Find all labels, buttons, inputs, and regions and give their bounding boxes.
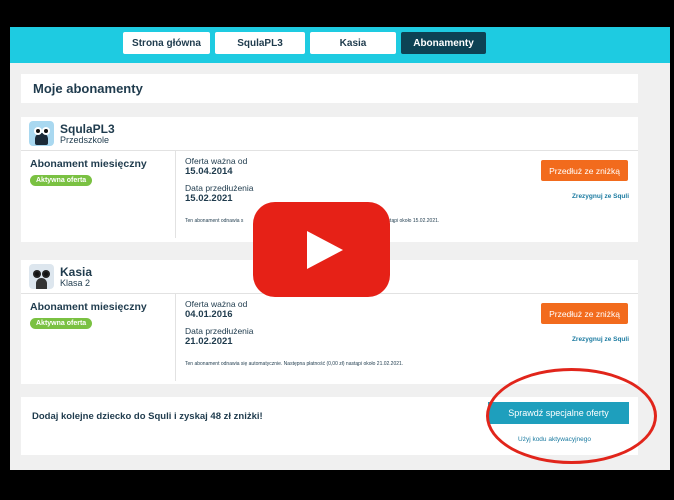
child-level: Przedszkole (60, 134, 110, 145)
offer-date: 15.04.2014 (185, 166, 233, 177)
panda-icon (29, 264, 54, 289)
penguin-icon (29, 121, 54, 146)
page-title: Moje abonamenty (21, 74, 638, 103)
renewal-note-end: nastąpi około 15.02.2021. (382, 218, 440, 224)
tab-subscriptions[interactable]: Abonamenty (401, 32, 486, 54)
renew-label: Data przedłużenia (185, 326, 254, 336)
renewal-note: Ten abonament odnawia się automatycznie.… (185, 361, 404, 367)
cancel-link[interactable]: Zrezygnuj ze Squli (572, 193, 629, 200)
child-level: Klasa 2 (60, 277, 91, 288)
divider (175, 294, 176, 381)
renew-label: Data przedłużenia (185, 183, 254, 193)
child-header: SqulaPL3 Przedszkole (21, 117, 638, 151)
child-name: Kasia (60, 264, 93, 279)
promo-text: Dodaj kolejne dziecko do Squli i zyskaj … (32, 411, 263, 422)
offer-label: Oferta ważna od (185, 156, 248, 166)
tab-kasia[interactable]: Kasia (310, 32, 396, 54)
child-name: SqulaPL3 (60, 121, 115, 136)
play-icon (307, 230, 343, 269)
tab-squlapl3[interactable]: SqulaPL3 (215, 32, 305, 54)
annotation-circle (486, 368, 657, 464)
tab-home[interactable]: Strona główna (123, 32, 210, 54)
offer-date: 04.01.2016 (185, 309, 233, 320)
divider (175, 151, 176, 238)
plan-name: Abonament miesięczny (30, 158, 147, 170)
renewal-note: Ten abonament odnawia s (185, 218, 244, 224)
status-badge: Aktywna oferta (30, 318, 93, 329)
play-button[interactable] (253, 202, 390, 297)
top-nav: Strona główna SqulaPL3 Kasia Abonamenty (10, 27, 670, 63)
renew-date: 21.02.2021 (185, 336, 233, 347)
status-badge: Aktywna oferta (30, 175, 93, 186)
cancel-link[interactable]: Zrezygnuj ze Squli (572, 336, 629, 343)
extend-discount-button[interactable]: Przedłuż ze zniżką (541, 160, 628, 181)
offer-label: Oferta ważna od (185, 299, 248, 309)
renew-date: 15.02.2021 (185, 193, 233, 204)
plan-name: Abonament miesięczny (30, 301, 147, 313)
subscription-row: Abonament miesięczny Aktywna oferta Ofer… (21, 294, 638, 381)
extend-discount-button[interactable]: Przedłuż ze zniżką (541, 303, 628, 324)
